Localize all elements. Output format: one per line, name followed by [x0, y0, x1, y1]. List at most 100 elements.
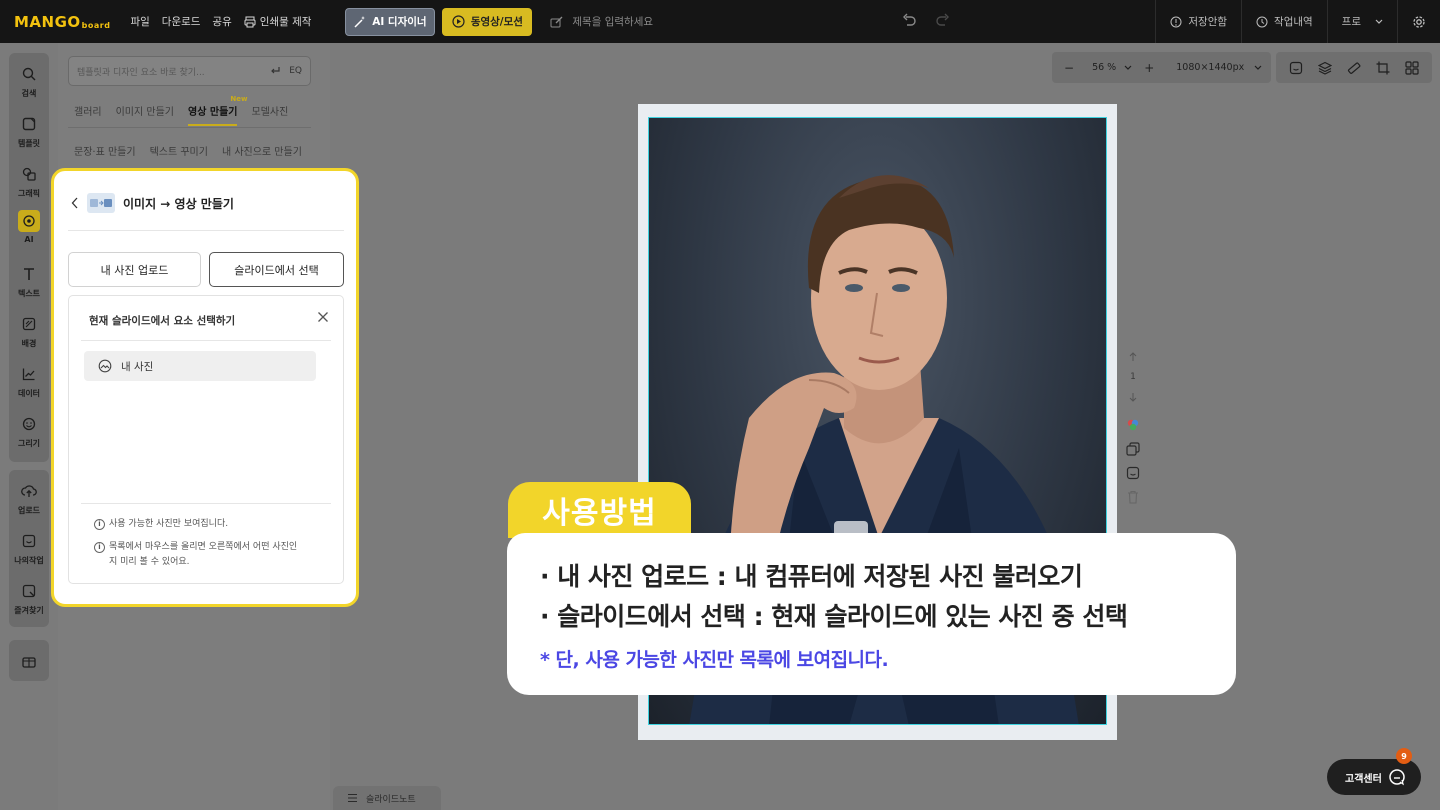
undo-icon[interactable] — [902, 13, 916, 27]
logo[interactable]: MANGO board — [14, 13, 110, 31]
popup-divider — [68, 230, 344, 231]
rail-item-text[interactable]: 텍스트 — [9, 263, 49, 299]
chart-line-icon — [22, 368, 35, 381]
panel-search-input[interactable]: 템플릿과 디자인 요소 바로 찾기... EQ — [68, 56, 311, 86]
upload-my-photo-button[interactable]: 내 사진 업로드 — [68, 252, 201, 287]
zoom-level[interactable]: 56 % — [1092, 62, 1116, 73]
rail-item-my-work[interactable]: 나의작업 — [9, 530, 49, 566]
select-from-slide-button[interactable]: 슬라이드에서 선택 — [209, 252, 344, 287]
panel-tabs: 갤러리 이미지 만들기 영상 만들기 New 모델사진 — [74, 95, 288, 126]
chat-icon — [1389, 769, 1405, 786]
page-number: 1 — [1130, 372, 1136, 382]
gear-icon — [1413, 15, 1425, 28]
popup-title: 이미지 → 영상 만들기 — [123, 196, 234, 211]
folder-smile-icon — [22, 534, 36, 548]
rail-item-graphic[interactable]: 그래픽 — [9, 163, 49, 199]
subtab-sentence-table[interactable]: 문장·표 만들기 — [74, 143, 136, 158]
crop-icon[interactable] — [1376, 61, 1390, 75]
history-icon — [1256, 16, 1268, 27]
tab-image-make[interactable]: 이미지 만들기 — [116, 103, 174, 126]
chevron-down-icon[interactable] — [1254, 65, 1262, 71]
left-rail-secondary: 업로드 나의작업 즐겨찾기 — [9, 470, 49, 627]
save-status-button[interactable]: 저장안함 — [1155, 0, 1241, 43]
menu-print[interactable]: 인쇄물 제작 — [244, 14, 324, 29]
image-to-video-icon — [90, 199, 112, 207]
menu-download[interactable]: 다운로드 — [162, 14, 201, 29]
top-bar: MANGO board 파일 다운로드 공유 인쇄물 제작 AI 디자이너 동영상… — [0, 0, 1440, 43]
grid-icon[interactable] — [1404, 60, 1419, 75]
zoom-in-button[interactable]: + — [1144, 61, 1154, 75]
zoom-out-button[interactable]: − — [1064, 61, 1074, 75]
rail-extra-button[interactable] — [9, 640, 49, 681]
feature-thumbnail — [87, 193, 115, 213]
arrow-up-icon[interactable] — [1129, 352, 1137, 362]
cloud-upload-icon — [21, 485, 37, 497]
tab-model-photo[interactable]: 모델사진 — [251, 103, 288, 126]
rail-item-upload[interactable]: 업로드 — [9, 480, 49, 516]
rail-item-search[interactable]: 검색 — [9, 63, 49, 99]
selector-divider — [81, 340, 331, 341]
history-button[interactable]: 작업내역 — [1241, 0, 1327, 43]
rail-item-background[interactable]: 배경 — [9, 313, 49, 349]
chevron-down-icon[interactable] — [1124, 65, 1132, 71]
ruler-icon[interactable] — [1347, 61, 1361, 75]
video-motion-button[interactable]: 동영상/모션 — [442, 7, 533, 36]
settings-button[interactable] — [1397, 0, 1440, 43]
trash-icon[interactable] — [1127, 490, 1139, 504]
usage-badge: 사용방법 — [508, 482, 691, 538]
canvas-size[interactable]: 1080×1440px — [1176, 62, 1244, 73]
rail-item-ai[interactable]: AI — [9, 210, 49, 244]
title-input[interactable]: 제목을 입력하세요 — [550, 14, 653, 29]
color-palette-icon[interactable] — [1126, 418, 1140, 432]
notes-icon — [348, 793, 357, 803]
rail-item-data[interactable]: 데이터 — [9, 363, 49, 399]
arrow-down-icon[interactable] — [1129, 392, 1137, 402]
main-menu: 파일 다운로드 공유 인쇄물 제작 — [130, 14, 335, 29]
list-item-my-photo[interactable]: 내 사진 — [84, 351, 316, 381]
shapes-icon — [22, 167, 36, 181]
back-icon[interactable] — [71, 197, 79, 209]
tabs-divider — [68, 127, 311, 128]
left-rail: 검색 템플릿 그래픽 AI 텍스트 배경 데이터 그리기 — [9, 53, 49, 462]
menu-file[interactable]: 파일 — [130, 14, 149, 29]
image-to-video-popup: 이미지 → 영상 만들기 내 사진 업로드 슬라이드에서 선택 현재 슬라이드에… — [51, 168, 359, 607]
template-icon — [22, 117, 36, 131]
add-page-icon[interactable] — [1126, 466, 1140, 480]
rail-item-template[interactable]: 템플릿 — [9, 113, 49, 149]
subtab-text-decorate[interactable]: 텍스트 꾸미기 — [150, 143, 208, 158]
ai-icon — [23, 215, 35, 227]
layers-icon[interactable] — [1318, 61, 1333, 75]
new-badge: New — [230, 95, 248, 103]
slide-note-tab[interactable]: 슬라이드노트 — [333, 786, 441, 810]
customer-center-button[interactable]: 고객센터 — [1327, 759, 1421, 795]
tab-gallery[interactable]: 갤러리 — [74, 103, 102, 126]
info-icon: i — [94, 542, 105, 553]
duplicate-icon[interactable] — [1126, 442, 1140, 456]
rail-item-favorites[interactable]: 즐겨찾기 — [9, 580, 49, 616]
popup-header: 이미지 → 영상 만들기 — [71, 193, 234, 213]
canvas-tools — [1276, 52, 1432, 83]
usage-line-upload: · 내 사진 업로드 : 내 컴퓨터에 저장된 사진 불러오기 — [540, 562, 1083, 591]
zoom-bar: − 56 % + 1080×1440px — [1052, 52, 1271, 83]
search-icon — [22, 67, 36, 81]
subtab-my-photo[interactable]: 내 사진으로 만들기 — [222, 143, 302, 158]
rail-item-draw[interactable]: 그리기 — [9, 413, 49, 449]
note-preview: i 목록에서 마우스를 올리면 오른쪽에서 어떤 사진인지 미리 볼 수 있어요… — [94, 540, 304, 570]
notes-divider — [81, 503, 331, 504]
usage-note: * 단, 사용 가능한 사진만 목록에 보여집니다. — [540, 649, 889, 671]
redo-icon[interactable] — [936, 13, 950, 27]
filter-icon[interactable]: EQ — [289, 66, 302, 76]
ai-designer-button[interactable]: AI 디자이너 — [345, 7, 436, 36]
tab-video-make[interactable]: 영상 만들기 New — [188, 95, 247, 126]
plan-dropdown[interactable]: 프로 — [1326, 0, 1397, 43]
return-icon[interactable] — [270, 66, 281, 76]
usage-line-select: · 슬라이드에서 선택 : 현재 슬라이드에 있는 사진 중 선택 — [540, 602, 1128, 631]
bookmark-icon — [22, 584, 36, 598]
slide-element-selector: 현재 슬라이드에서 요소 선택하기 내 사진 i 사용 가능한 사진만 보여집니… — [68, 295, 344, 584]
menu-share[interactable]: 공유 — [212, 14, 231, 29]
close-icon[interactable] — [317, 311, 329, 323]
selector-title: 현재 슬라이드에서 요소 선택하기 — [89, 315, 236, 327]
notification-badge: 9 — [1396, 748, 1412, 764]
sticker-icon[interactable] — [1289, 61, 1303, 75]
text-icon — [24, 268, 34, 280]
